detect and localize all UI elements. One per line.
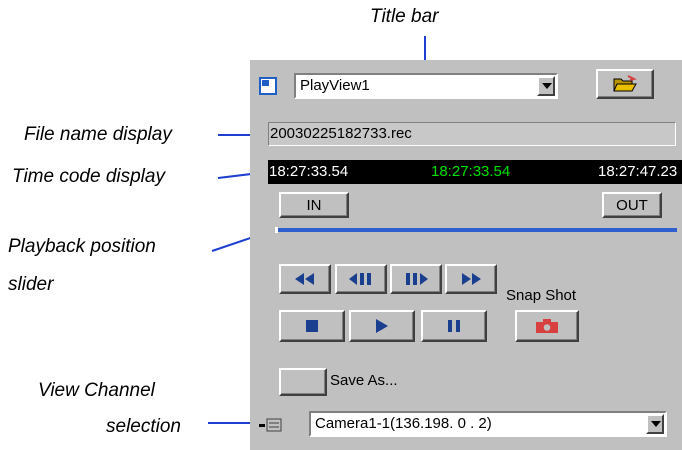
out-button[interactable]: OUT xyxy=(602,192,662,218)
time-end: 18:27:47.23 xyxy=(598,163,678,180)
rewind-icon xyxy=(295,273,314,285)
play-icon xyxy=(376,319,388,333)
channel-selector-value: Camera1-1(136.198. 0 . 2) xyxy=(315,415,492,432)
time-current: 18:27:33.54 xyxy=(431,163,511,180)
player-panel: PlayView1 20030225182733.rec 18:27:33.54… xyxy=(250,60,682,450)
view-selector-value: PlayView1 xyxy=(300,77,370,94)
fast-forward-button[interactable] xyxy=(445,264,497,294)
snapshot-label: Snap Shot xyxy=(506,287,577,304)
view-selector[interactable]: PlayView1 xyxy=(294,73,558,99)
step-back-button[interactable] xyxy=(335,264,387,294)
save-as-button[interactable] xyxy=(279,368,327,396)
callout-view-channel-line2: selection xyxy=(106,416,181,437)
time-start: 18:27:33.54 xyxy=(269,163,349,180)
slider-track xyxy=(277,228,677,232)
callout-playback-slider-line1: Playback position xyxy=(8,236,156,257)
channel-icon xyxy=(259,418,282,432)
chevron-down-icon[interactable] xyxy=(537,76,555,96)
step-forward-button[interactable] xyxy=(390,264,442,294)
callout-file-name-display: File name display xyxy=(24,124,172,145)
open-folder-icon xyxy=(613,75,637,92)
stop-button[interactable] xyxy=(279,310,345,342)
save-as-label: Save As... xyxy=(330,372,398,389)
playback-position-slider[interactable] xyxy=(275,223,679,237)
window-icon xyxy=(259,77,277,95)
callout-playback-slider-line2: slider xyxy=(8,274,54,295)
stop-icon xyxy=(306,320,318,332)
callout-time-code-display: Time code display xyxy=(12,166,165,187)
camera-icon xyxy=(536,319,558,333)
rewind-button[interactable] xyxy=(279,264,331,294)
time-code-display: 18:27:33.54 18:27:33.54 18:27:47.23 xyxy=(268,160,682,184)
step-forward-icon xyxy=(406,273,428,285)
pause-icon xyxy=(448,320,460,332)
snapshot-button[interactable] xyxy=(515,310,579,342)
channel-selector[interactable]: Camera1-1(136.198. 0 . 2) xyxy=(309,411,667,437)
in-button[interactable]: IN xyxy=(279,192,349,218)
pause-button[interactable] xyxy=(421,310,487,342)
callout-view-channel-line1: View Channel xyxy=(38,380,155,401)
play-button[interactable] xyxy=(349,310,415,342)
slider-thumb[interactable] xyxy=(275,227,278,233)
callout-title-bar: Title bar xyxy=(370,6,439,27)
step-back-icon xyxy=(349,273,371,285)
file-name-display: 20030225182733.rec xyxy=(268,122,676,146)
fast-forward-icon xyxy=(462,273,481,285)
chevron-down-icon[interactable] xyxy=(646,414,664,434)
open-file-button[interactable] xyxy=(596,69,654,99)
